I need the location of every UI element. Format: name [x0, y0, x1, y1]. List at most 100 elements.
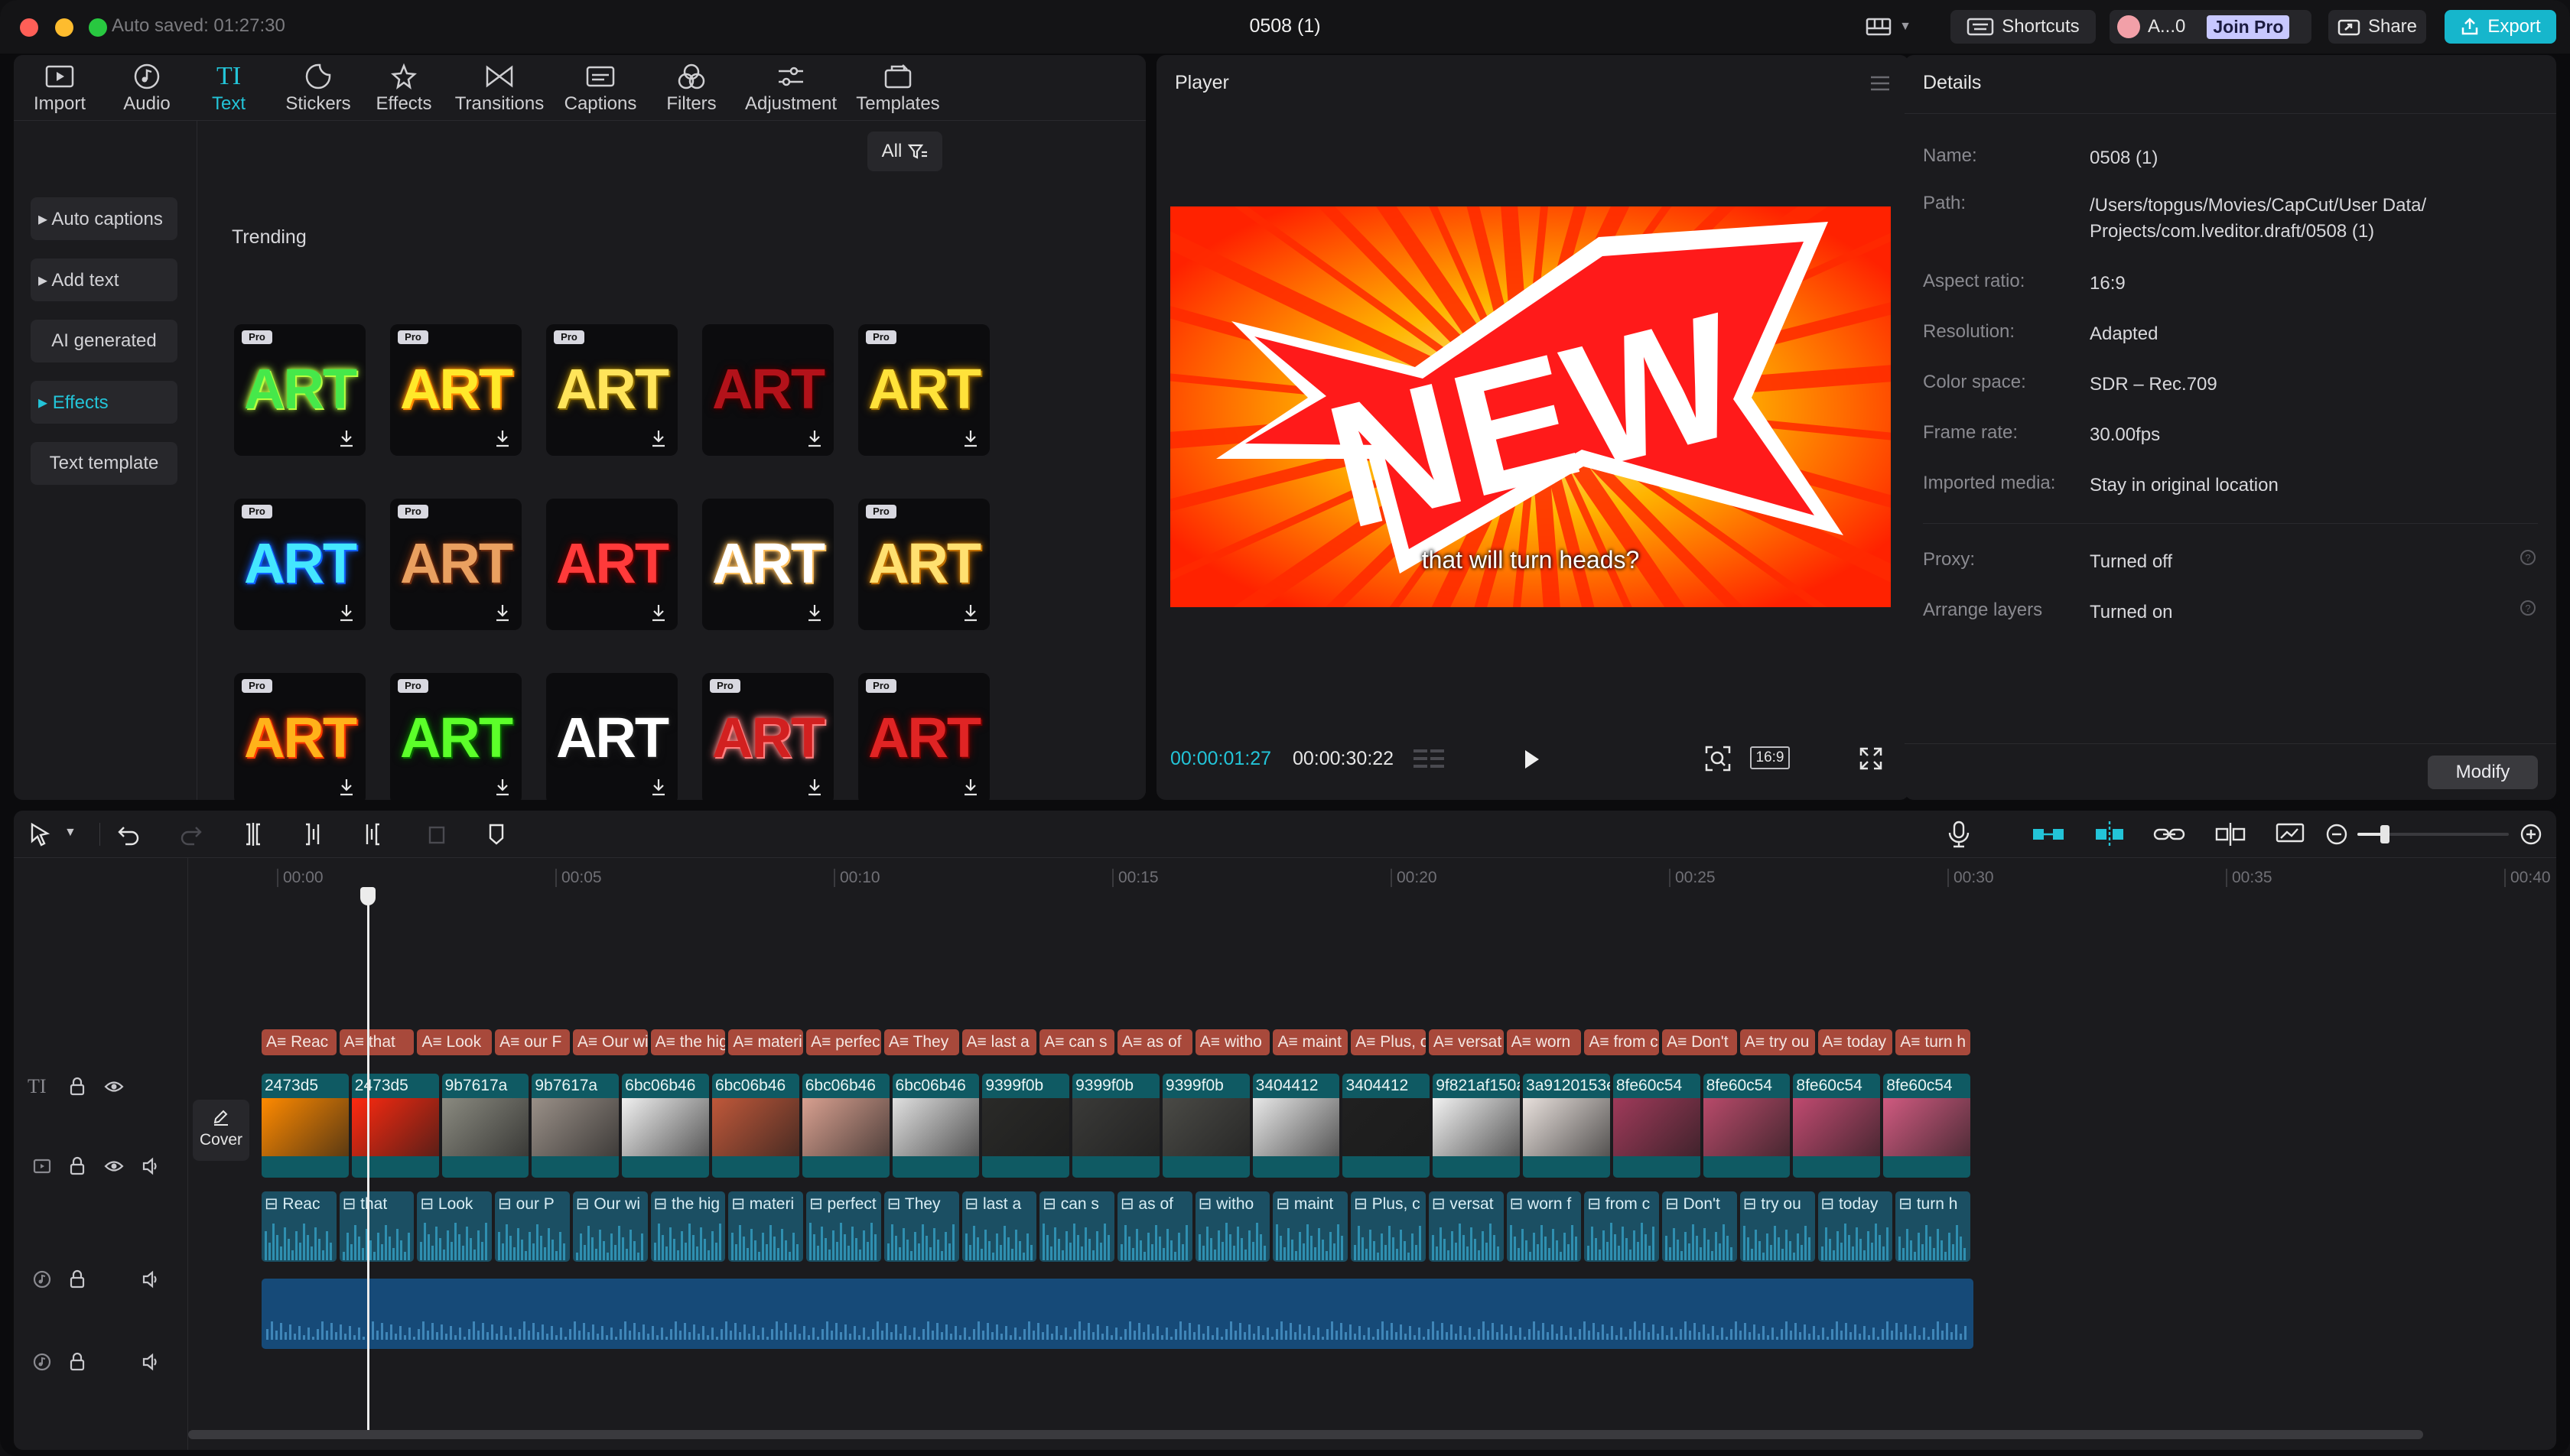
audio-clip[interactable]: ⊟ worn f: [1506, 1191, 1582, 1262]
audio-clip[interactable]: ⊟ can s: [1039, 1191, 1114, 1262]
tab-stickers[interactable]: Stickers: [278, 60, 358, 119]
download-icon[interactable]: [806, 603, 823, 622]
sidebar-item-text-template[interactable]: Text template: [31, 442, 177, 485]
eye-icon[interactable]: [104, 1156, 124, 1176]
text-clip[interactable]: A≡ Plus, c: [1351, 1029, 1426, 1055]
tab-filters[interactable]: Filters: [653, 60, 730, 119]
audio-clip[interactable]: ⊟ turn h: [1895, 1191, 1970, 1262]
audio-clip[interactable]: ⊟ that: [339, 1191, 415, 1262]
sidebar-item-ai-generated[interactable]: AI generated: [31, 320, 177, 362]
video-clip[interactable]: 3404412: [1252, 1074, 1340, 1178]
download-icon[interactable]: [494, 428, 511, 448]
layout-button[interactable]: ▼: [1856, 10, 1921, 44]
download-icon[interactable]: [650, 428, 667, 448]
main-track-magnet-icon[interactable]: [2032, 821, 2065, 847]
audio-clip[interactable]: ⊟ They: [883, 1191, 959, 1262]
effect-tile[interactable]: ART: [546, 499, 678, 630]
volume-icon[interactable]: [141, 1269, 161, 1289]
horizontal-scrollbar[interactable]: [188, 1430, 2423, 1439]
sidebar-item-effects[interactable]: ▸ Effects: [31, 381, 177, 424]
audio-clip[interactable]: ⊟ materi: [728, 1191, 804, 1262]
delete-icon[interactable]: [424, 821, 450, 847]
download-icon[interactable]: [338, 428, 355, 448]
text-clip[interactable]: A≡ try ou: [1739, 1029, 1815, 1055]
video-clip[interactable]: 9399f0b: [982, 1074, 1070, 1178]
aspect-ratio-button[interactable]: 16:9: [1750, 746, 1790, 769]
close-window-button[interactable]: [20, 18, 38, 37]
video-preview[interactable]: NEW that will turn heads?: [1170, 206, 1891, 607]
text-clip[interactable]: A≡ Don't: [1662, 1029, 1737, 1055]
sidebar-item-auto-captions[interactable]: ▸ Auto captions: [31, 197, 177, 240]
video-clip[interactable]: 9f821af150a291ad2: [1433, 1074, 1521, 1178]
download-icon[interactable]: [650, 777, 667, 797]
effect-tile[interactable]: Pro ART: [390, 673, 522, 800]
select-tool-icon[interactable]: [28, 821, 54, 847]
video-clip[interactable]: 6bc06b46: [802, 1074, 890, 1178]
fullscreen-icon[interactable]: [1859, 746, 1883, 771]
tab-import[interactable]: Import: [21, 60, 98, 119]
chevron-down-icon[interactable]: ▼: [64, 826, 76, 840]
effect-tile[interactable]: ART: [702, 324, 834, 456]
fit-view-icon[interactable]: [1704, 745, 1732, 772]
audio-clip[interactable]: ⊟ from c: [1584, 1191, 1660, 1262]
lock-icon[interactable]: [67, 1352, 87, 1372]
zoom-slider-handle[interactable]: [2380, 825, 2389, 843]
effect-tile[interactable]: Pro ART: [858, 324, 990, 456]
download-icon[interactable]: [806, 777, 823, 797]
redo-icon[interactable]: [177, 821, 203, 847]
effect-tile[interactable]: Pro ART: [234, 673, 366, 800]
text-clip[interactable]: A≡ today: [1817, 1029, 1893, 1055]
audio-clip[interactable]: ⊟ the hig: [650, 1191, 726, 1262]
audio-clip[interactable]: ⊟ Look: [417, 1191, 493, 1262]
text-clip[interactable]: A≡ versat: [1428, 1029, 1504, 1055]
video-clip[interactable]: 9399f0b: [1162, 1074, 1250, 1178]
auto-snap-icon[interactable]: [2093, 820, 2126, 849]
zoom-slider[interactable]: [2357, 825, 2509, 843]
time-ruler[interactable]: 00:00 00:05 00:10 00:15 00:20 00:25 00:30 00:35…: [188, 858, 2556, 889]
shortcuts-button[interactable]: Shortcuts: [1950, 10, 2096, 44]
text-clip[interactable]: A≡ last a: [961, 1029, 1037, 1055]
text-clip[interactable]: A≡ maint: [1273, 1029, 1348, 1055]
split-icon[interactable]: [240, 821, 266, 847]
share-button[interactable]: Share: [2328, 10, 2426, 44]
minimize-window-button[interactable]: [55, 18, 73, 37]
audio-clip[interactable]: ⊟ Plus, c: [1351, 1191, 1426, 1262]
audio-clip[interactable]: ⊟ last a: [961, 1191, 1037, 1262]
audio-clip[interactable]: ⊟ try ou: [1739, 1191, 1815, 1262]
download-icon[interactable]: [806, 428, 823, 448]
thumbnail-toggle-icon[interactable]: [2275, 821, 2305, 847]
text-clip[interactable]: A≡ Reac: [262, 1029, 337, 1055]
tab-text[interactable]: TI Text: [194, 60, 263, 119]
download-icon[interactable]: [962, 428, 979, 448]
audio-clip[interactable]: ⊟ as of: [1117, 1191, 1192, 1262]
bgm-clip[interactable]: [262, 1279, 1973, 1349]
undo-icon[interactable]: [116, 821, 142, 847]
microphone-icon[interactable]: [1946, 820, 1972, 849]
tab-effects[interactable]: Effects: [366, 60, 442, 119]
text-clip[interactable]: A≡ Our wi: [572, 1029, 648, 1055]
text-clip[interactable]: A≡ worn: [1506, 1029, 1582, 1055]
video-clip[interactable]: 9399f0b: [1072, 1074, 1160, 1178]
text-clip[interactable]: A≡ as of: [1117, 1029, 1192, 1055]
tab-captions[interactable]: Captions: [558, 60, 642, 119]
tab-audio[interactable]: Audio: [109, 60, 185, 119]
text-clip[interactable]: A≡ the hig: [650, 1029, 726, 1055]
zoom-out-icon[interactable]: [2325, 823, 2348, 846]
cover-button[interactable]: Cover: [193, 1100, 249, 1161]
effect-tile[interactable]: Pro ART: [858, 673, 990, 800]
help-icon[interactable]: ?: [2520, 549, 2536, 566]
maximize-window-button[interactable]: [89, 18, 107, 37]
eye-icon[interactable]: [104, 1077, 124, 1097]
account-button[interactable]: A...0 Join Pro: [2110, 10, 2311, 44]
download-icon[interactable]: [494, 777, 511, 797]
download-icon[interactable]: [962, 777, 979, 797]
lock-icon[interactable]: [67, 1156, 87, 1176]
lock-icon[interactable]: [67, 1269, 87, 1289]
join-pro-badge[interactable]: Join Pro: [2207, 15, 2290, 39]
volume-icon[interactable]: [141, 1156, 161, 1176]
text-clip[interactable]: A≡ can s: [1039, 1029, 1114, 1055]
text-clip[interactable]: A≡ that: [339, 1029, 415, 1055]
text-clip[interactable]: A≡ materi: [728, 1029, 804, 1055]
video-clip[interactable]: 8fe60c54: [1612, 1074, 1700, 1178]
effect-tile[interactable]: ART: [702, 499, 834, 630]
